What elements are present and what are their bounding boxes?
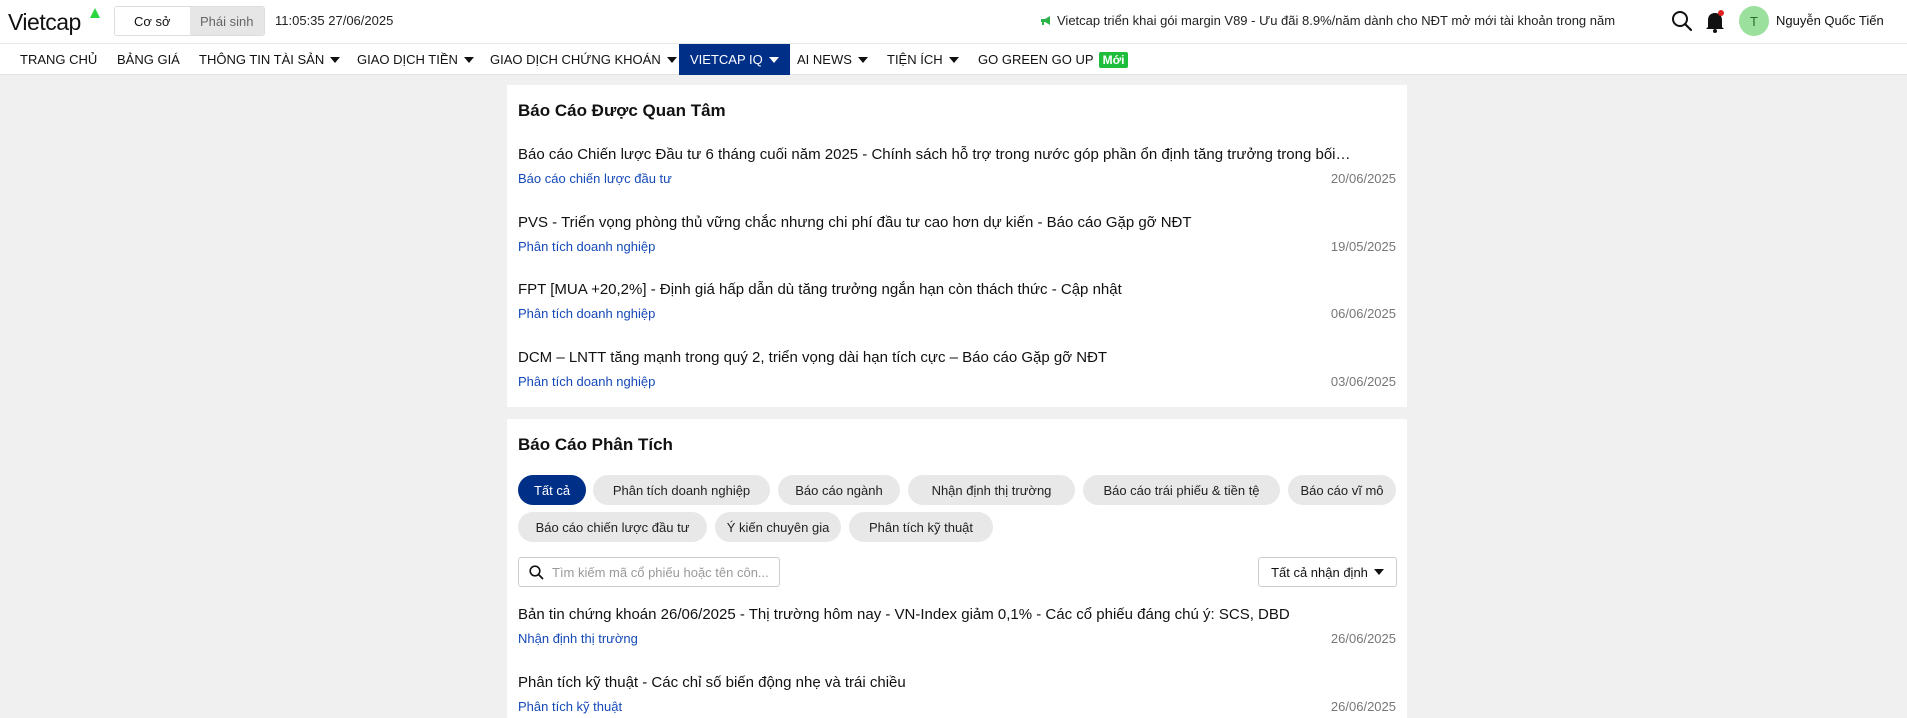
report-date: 26/06/2025 [1330,631,1396,646]
report-category[interactable]: Báo cáo chiến lược đầu tư [518,171,672,186]
report-title[interactable]: Phân tích kỹ thuật - Các chỉ số biến độn… [518,674,1388,691]
nav-ai-news[interactable]: AI NEWS [797,44,868,75]
main-nav: TRANG CHỦ BẢNG GIÁ THÔNG TIN TÀI SẢN GIA… [0,43,1907,75]
report-item[interactable]: PVS - Triển vọng phòng thủ vững chắc như… [518,214,1396,254]
nav-trang-chu[interactable]: TRANG CHỦ [20,44,97,75]
nav-giao-dich-tien[interactable]: GIAO DỊCH TIỀN [357,44,474,75]
chip-bao-cao-vi-mo[interactable]: Báo cáo vĩ mô [1288,475,1396,505]
chevron-down-icon [463,56,474,63]
report-category[interactable]: Phân tích doanh nghiệp [518,239,655,254]
avatar[interactable]: T [1739,6,1769,36]
report-title[interactable]: Bản tin chứng khoán 26/06/2025 - Thị trư… [518,606,1388,623]
clock: 11:05:35 27/06/2025 [275,13,394,28]
report-date: 06/06/2025 [1330,306,1396,321]
chip-bao-cao-nganh[interactable]: Báo cáo ngành [778,475,900,505]
opinion-filter-dropdown[interactable]: Tất cả nhận định [1258,557,1397,587]
report-date: 26/06/2025 [1330,699,1396,714]
nav-thong-tin-tai-san[interactable]: THÔNG TIN TÀI SẢN [199,44,341,75]
nav-giao-dich-chung-khoan[interactable]: GIAO DỊCH CHỨNG KHOÁN [490,44,677,75]
nav-tien-ich[interactable]: TIỆN ÍCH [887,44,959,75]
chip-phan-tich-doanh-nghiep[interactable]: Phân tích doanh nghiệp [593,475,770,505]
chevron-down-icon [768,56,779,63]
nav-vietcap-iq[interactable]: VIETCAP IQ [679,44,790,75]
nav-go-green-go-up[interactable]: GO GREEN GO UP Mới [978,44,1129,75]
report-date: 19/05/2025 [1330,239,1396,254]
report-item[interactable]: Báo cáo Chiến lược Đầu tư 6 tháng cuối n… [518,146,1396,186]
report-search-field[interactable] [518,557,780,587]
chip-bao-cao-trai-phieu[interactable]: Báo cáo trái phiếu & tiền tệ [1083,475,1280,505]
search-icon [529,564,544,579]
top-bar: Vietcap Cơ sở Phái sinh 11:05:35 27/06/2… [0,0,1907,43]
chip-phan-tich-ky-thuat[interactable]: Phân tích kỹ thuật [849,512,993,542]
report-category[interactable]: Phân tích doanh nghiệp [518,374,655,389]
chevron-down-icon [1373,569,1384,575]
chip-y-kien-chuyen-gia[interactable]: Ý kiến chuyên gia [715,512,841,542]
chip-nhan-dinh-thi-truong[interactable]: Nhận định thị trường [908,475,1075,505]
panel-title: Báo Cáo Được Quan Tâm [518,101,726,120]
featured-reports-panel: Báo Cáo Được Quan Tâm Báo cáo Chiến lược… [507,85,1407,407]
report-item[interactable]: Phân tích kỹ thuật - Các chỉ số biến độn… [518,674,1396,714]
report-item[interactable]: FPT [MUA +20,2%] - Định giá hấp dẫn dù t… [518,281,1396,321]
megaphone-icon [1041,16,1050,25]
segment-phai-sinh[interactable]: Phái sinh [189,7,264,35]
report-item[interactable]: DCM – LNTT tăng mạnh trong quý 2, triển … [518,349,1396,389]
chevron-down-icon [330,56,341,63]
report-category[interactable]: Phân tích doanh nghiệp [518,306,655,321]
chevron-down-icon [948,56,959,63]
analysis-reports-panel: Báo Cáo Phân Tích Tất cả Phân tích doanh… [507,419,1407,718]
search-icon[interactable] [1671,10,1693,32]
chevron-down-icon [666,56,677,63]
username[interactable]: Nguyễn Quốc Tiến [1776,13,1884,28]
segment-co-so[interactable]: Cơ sở [115,7,190,35]
report-category[interactable]: Nhận định thị trường [518,631,638,646]
report-title[interactable]: DCM – LNTT tăng mạnh trong quý 2, triển … [518,349,1388,366]
report-title[interactable]: PVS - Triển vọng phòng thủ vững chắc như… [518,214,1388,231]
panel-title: Báo Cáo Phân Tích [518,435,673,454]
report-title[interactable]: FPT [MUA +20,2%] - Định giá hấp dẫn dù t… [518,281,1388,298]
promo-ticker[interactable]: Vietcap triển khai gói margin V89 - Ưu đ… [1040,13,1615,28]
promo-text: Vietcap triển khai gói margin V89 - Ưu đ… [1057,13,1616,28]
chevron-down-icon [857,56,868,63]
report-title[interactable]: Báo cáo Chiến lược Đầu tư 6 tháng cuối n… [518,146,1388,163]
report-date: 03/06/2025 [1330,374,1396,389]
market-segment-toggle: Cơ sở Phái sinh [114,6,265,36]
chip-bao-cao-chien-luoc[interactable]: Báo cáo chiến lược đầu tư [518,512,707,542]
report-date: 20/06/2025 [1330,171,1396,186]
filter-label: Tất cả nhận định [1271,564,1368,580]
report-item[interactable]: Bản tin chứng khoán 26/06/2025 - Thị trư… [518,606,1396,646]
logo-triangle-icon [90,8,100,18]
chip-tat-ca[interactable]: Tất cả [518,475,586,505]
new-badge: Mới [1098,51,1129,68]
nav-bang-gia[interactable]: BẢNG GIÁ [117,44,180,75]
bell-icon[interactable] [1704,9,1726,33]
report-category[interactable]: Phân tích kỹ thuật [518,699,622,714]
vietcap-logo[interactable]: Vietcap [8,9,81,36]
search-input[interactable] [552,564,772,580]
